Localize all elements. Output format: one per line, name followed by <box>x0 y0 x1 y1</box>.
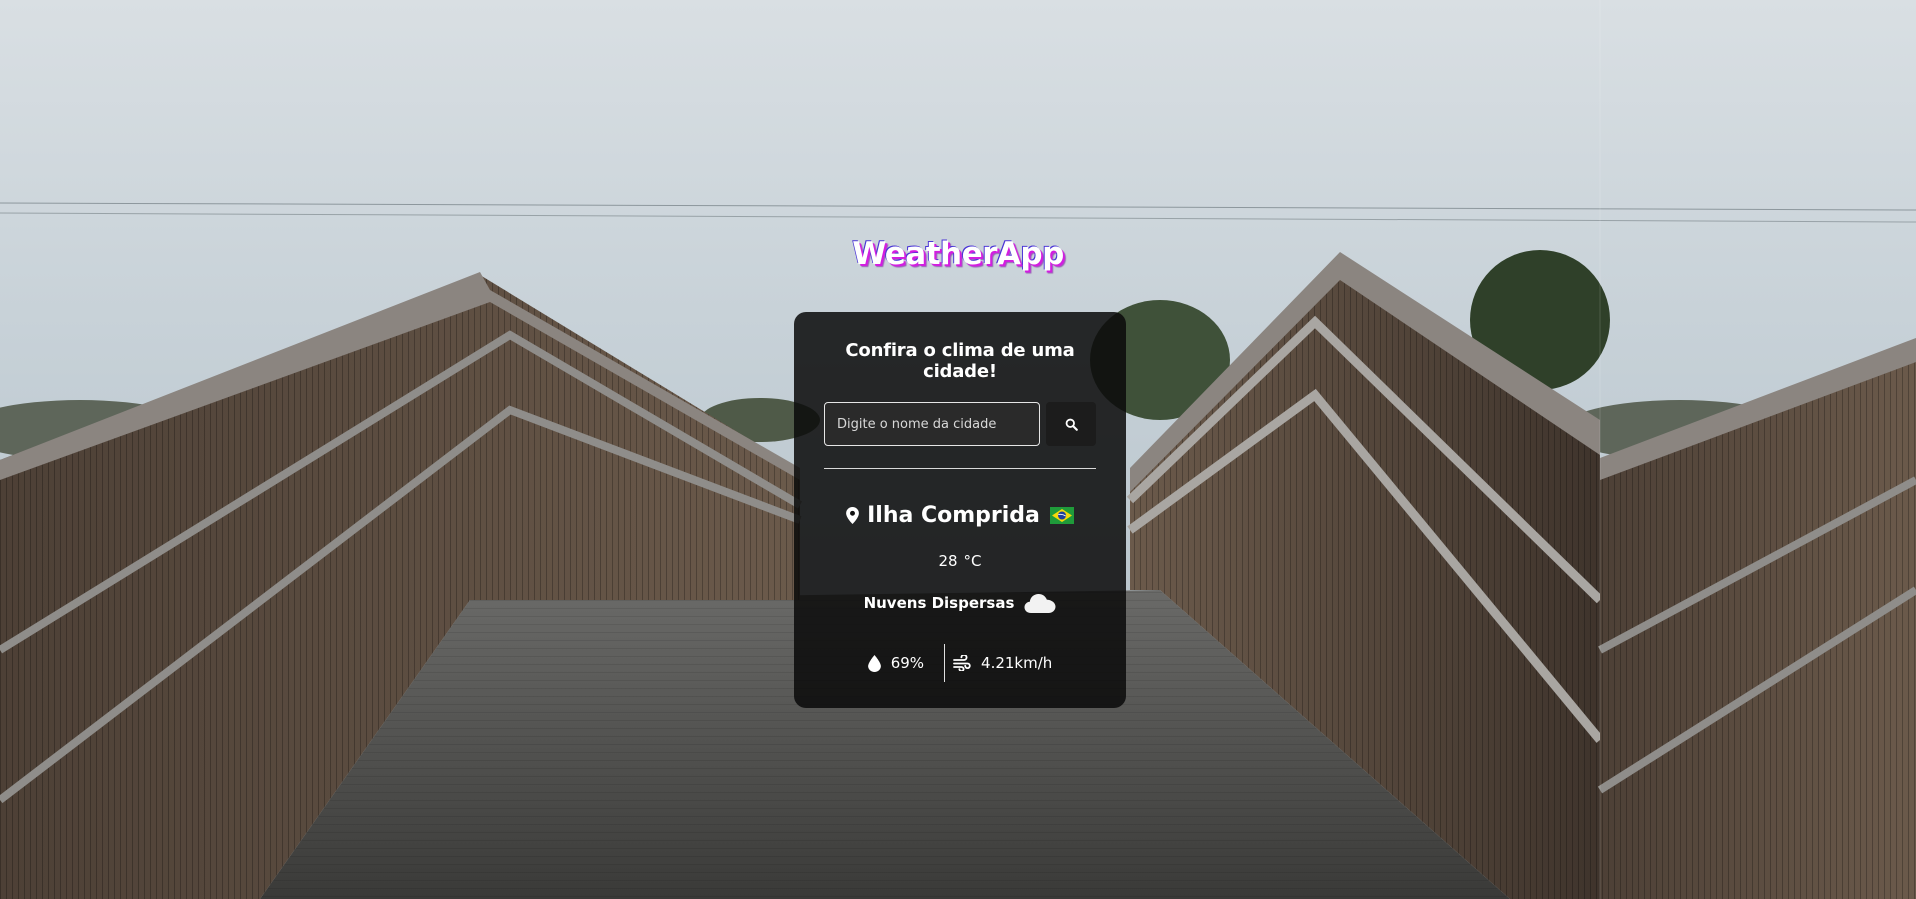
card-divider <box>824 468 1096 469</box>
wind-icon <box>953 655 971 671</box>
brazil-flag-icon <box>1049 507 1074 524</box>
weather-card: Confira o clima de uma cidade! Digite o … <box>794 312 1126 708</box>
city-name: Ilha Comprida <box>867 503 1040 528</box>
search-button[interactable] <box>1046 402 1096 446</box>
weather-description-row: Nuvens Dispersas <box>824 592 1096 614</box>
humidity-value: 69% <box>890 654 925 672</box>
location-pin-icon <box>846 507 859 524</box>
wind-value: 4.21km/h <box>981 654 1053 672</box>
weather-details-row: 69% 4.21km/h <box>824 644 1096 682</box>
search-form <box>824 402 1096 446</box>
temperature-row: 28 °C <box>824 552 1096 570</box>
water-drop-icon <box>867 654 881 672</box>
search-icon <box>1065 418 1078 431</box>
humidity-detail: 69% <box>867 648 944 678</box>
wind-detail: 4.21km/h <box>945 648 1052 678</box>
cloud-icon <box>1024 592 1056 614</box>
weather-description: Nuvens Dispersas <box>863 594 1015 612</box>
card-heading: Confira o clima de uma cidade! <box>845 340 1075 382</box>
temperature-unit: °C <box>963 552 982 570</box>
weather-app-page: WeatherApp Confira o clima de uma cidade… <box>0 0 1916 899</box>
app-title: WeatherApp <box>852 236 1064 272</box>
temperature-value: 28 <box>938 552 958 570</box>
city-search-input[interactable] <box>824 402 1040 446</box>
city-row: Ilha Comprida <box>824 503 1096 528</box>
